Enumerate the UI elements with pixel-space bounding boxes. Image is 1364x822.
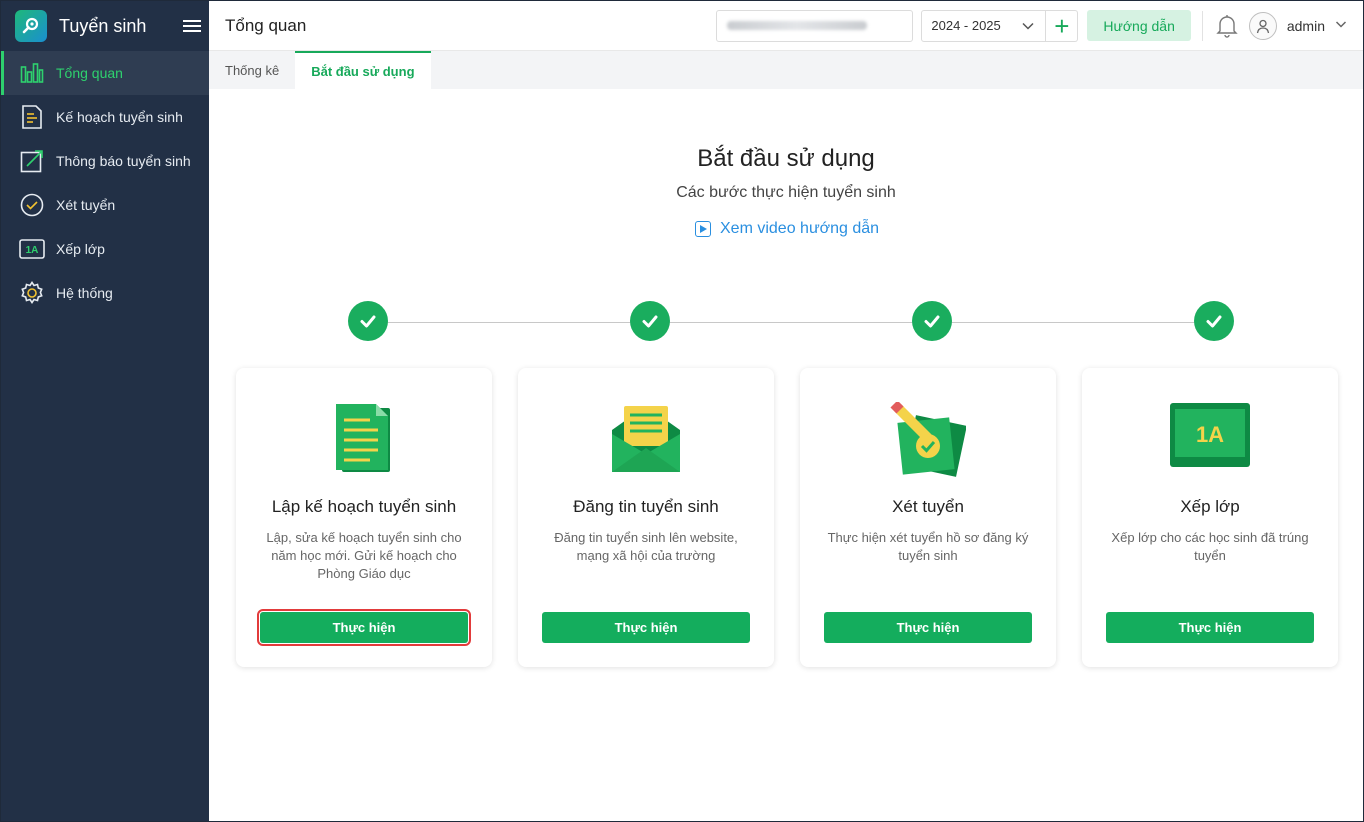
card-title: Đăng tin tuyển sinh bbox=[573, 497, 719, 516]
school-name-blurred bbox=[727, 21, 868, 30]
sidebar: Tuyển sinh Tổng quan Kế hoạch tuyển sinh… bbox=[1, 1, 209, 821]
class-1a-icon: 1A bbox=[19, 236, 45, 262]
card-title: Xét tuyển bbox=[892, 497, 964, 516]
guide-button[interactable]: Hướng dẫn bbox=[1087, 10, 1191, 41]
sidebar-item-system[interactable]: Hệ thống bbox=[1, 271, 209, 315]
menu-toggle-icon[interactable] bbox=[183, 17, 201, 35]
user-name[interactable]: admin bbox=[1287, 18, 1325, 34]
school-selector[interactable] bbox=[716, 9, 914, 42]
card-title: Xếp lớp bbox=[1180, 497, 1240, 516]
card-description: Lập, sửa kế hoạch tuyển sinh cho năm học… bbox=[266, 530, 462, 581]
sidebar-item-label: Tổng quan bbox=[56, 65, 123, 81]
page-title: Tổng quan bbox=[225, 15, 307, 35]
tab-statistics[interactable]: Thống kê bbox=[209, 51, 295, 89]
step-done-check-icon bbox=[630, 301, 670, 341]
chart-bars-icon bbox=[19, 60, 45, 86]
play-icon bbox=[695, 221, 711, 237]
sidebar-item-class-assign[interactable]: 1A Xếp lớp bbox=[1, 227, 209, 271]
sidebar-item-label: Xét tuyển bbox=[56, 197, 116, 213]
plan-document-icon bbox=[236, 402, 492, 474]
avatar[interactable] bbox=[1248, 11, 1277, 40]
section-subtitle: Các bước thực hiện tuyển sinh bbox=[676, 184, 896, 201]
sidebar-item-admission-notice[interactable]: Thông báo tuyển sinh bbox=[1, 139, 209, 183]
gear-icon bbox=[19, 280, 45, 306]
school-year-value: 2024 - 2025 bbox=[931, 18, 1001, 33]
chevron-down-icon[interactable] bbox=[1335, 17, 1347, 35]
section-title: Bắt đầu sử dụng bbox=[697, 145, 875, 172]
card-description: Đăng tin tuyển sinh lên website, mạng xã… bbox=[554, 530, 738, 563]
sidebar-item-label: Kế hoạch tuyển sinh bbox=[56, 109, 183, 125]
document-icon bbox=[19, 104, 45, 130]
chevron-down-icon bbox=[1021, 19, 1035, 36]
plus-icon: + bbox=[1054, 10, 1070, 41]
app-logo-icon[interactable] bbox=[15, 10, 47, 42]
header-divider bbox=[1201, 10, 1203, 41]
execute-button[interactable]: Thực hiện bbox=[824, 612, 1032, 643]
brand: Tuyển sinh bbox=[1, 1, 209, 51]
school-year-select[interactable]: 2024 - 2025 bbox=[921, 9, 1047, 42]
board-label: 1A bbox=[1196, 422, 1224, 447]
video-guide-link[interactable]: Xem video hướng dẫn bbox=[695, 220, 879, 238]
execute-button[interactable]: Thực hiện bbox=[1106, 612, 1314, 643]
envelope-letter-icon bbox=[518, 402, 774, 474]
sidebar-item-overview[interactable]: Tổng quan bbox=[1, 51, 209, 95]
progress-line bbox=[369, 322, 1215, 323]
review-pencil-icon bbox=[800, 402, 1056, 477]
tab-bar: Thống kê Bắt đầu sử dụng bbox=[209, 51, 1363, 89]
sidebar-item-admission-plan[interactable]: Kế hoạch tuyển sinh bbox=[1, 95, 209, 139]
tab-getting-started[interactable]: Bắt đầu sử dụng bbox=[295, 51, 431, 89]
app-title: Tuyển sinh bbox=[59, 15, 147, 36]
main-content: Bắt đầu sử dụng Các bước thực hiện tuyển… bbox=[209, 89, 1363, 821]
app-window: Tuyển sinh Tổng quan Kế hoạch tuyển sinh… bbox=[0, 0, 1364, 822]
step-card-plan: Lập kế hoạch tuyển sinh Lập, sửa kế hoạc… bbox=[236, 368, 492, 667]
notification-bell-icon[interactable] bbox=[1215, 14, 1239, 38]
execute-button[interactable]: Thực hiện bbox=[257, 609, 471, 646]
sidebar-item-review[interactable]: Xét tuyển bbox=[1, 183, 209, 227]
video-guide-label: Xem video hướng dẫn bbox=[720, 220, 880, 237]
sidebar-item-label: Hệ thống bbox=[56, 285, 113, 301]
step-done-check-icon bbox=[912, 301, 952, 341]
card-title: Lập kế hoạch tuyển sinh bbox=[271, 497, 457, 516]
execute-button[interactable]: Thực hiện bbox=[542, 612, 750, 643]
check-circle-icon bbox=[19, 192, 45, 218]
classroom-board-icon: 1A bbox=[1082, 402, 1338, 474]
card-description: Thực hiện xét tuyển hồ sơ đăng ký tuyển … bbox=[827, 530, 1029, 563]
step-card-post: Đăng tin tuyển sinh Đăng tin tuyển sinh … bbox=[518, 368, 774, 667]
card-description: Xếp lớp cho các học sinh đã trúng tuyển bbox=[1111, 530, 1309, 563]
edit-arrow-icon bbox=[19, 148, 45, 174]
add-year-button[interactable]: + bbox=[1046, 9, 1079, 42]
step-card-review: Xét tuyển Thực hiện xét tuyển hồ sơ đăng… bbox=[800, 368, 1056, 667]
sidebar-item-label: Xếp lớp bbox=[56, 241, 105, 257]
step-done-check-icon bbox=[1194, 301, 1234, 341]
sidebar-item-label: Thông báo tuyển sinh bbox=[56, 153, 191, 169]
step-done-check-icon bbox=[348, 301, 388, 341]
class-icon-label: 1A bbox=[26, 245, 39, 256]
step-card-class: 1A Xếp lớp Xếp lớp cho các học sinh đã t… bbox=[1082, 368, 1338, 667]
top-header: Tổng quan 2024 - 2025 + Hướng dẫn admin bbox=[209, 1, 1363, 51]
